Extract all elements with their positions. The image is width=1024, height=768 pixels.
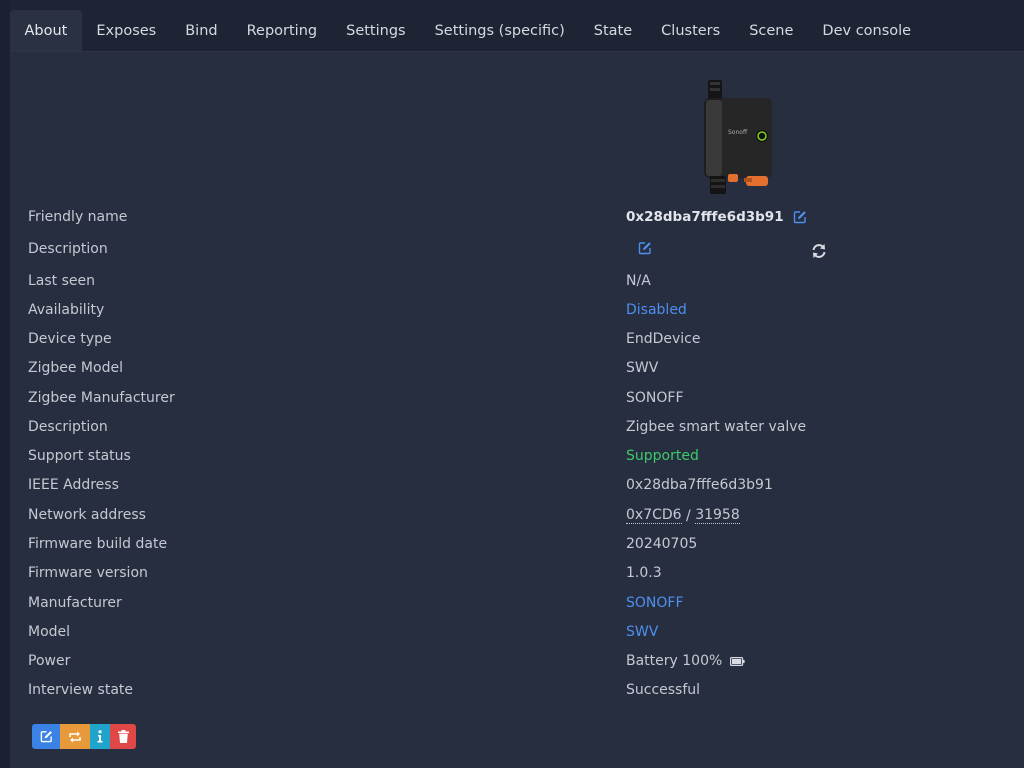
tab-bind[interactable]: Bind <box>171 10 232 51</box>
model-description-label: Description <box>28 419 108 435</box>
tab-reporting[interactable]: Reporting <box>232 10 332 51</box>
availability-label: Availability <box>28 302 105 318</box>
device-actions <box>32 724 136 749</box>
network-address-value: 0x7CD6 / 31958 <box>626 507 740 524</box>
tab-state[interactable]: State <box>579 10 646 51</box>
trash-icon <box>117 730 129 743</box>
power-label: Power <box>28 653 71 669</box>
device-type-value: EndDevice <box>626 331 701 347</box>
reconfigure-button[interactable] <box>60 724 90 749</box>
last-seen-label: Last seen <box>28 273 96 289</box>
interview-state-label: Interview state <box>28 682 134 698</box>
network-address-dec: 31958 <box>695 507 740 524</box>
tab-dev-console[interactable]: Dev console <box>808 10 926 51</box>
tab-bar: About Exposes Bind Reporting Settings Se… <box>10 0 1024 52</box>
tab-clusters[interactable]: Clusters <box>647 10 735 51</box>
row-power: Power Battery 100% <box>10 653 1024 673</box>
zigbee-model-value: SWV <box>626 360 659 376</box>
battery-full-icon <box>730 656 745 666</box>
manufacturer-label: Manufacturer <box>28 595 122 611</box>
edit-icon[interactable] <box>793 210 807 224</box>
power-value: Battery 100% <box>626 653 745 669</box>
row-model-description: Description Zigbee smart water valve <box>10 419 1024 439</box>
remove-button[interactable] <box>110 724 136 749</box>
firmware-version-value: 1.0.3 <box>626 565 662 581</box>
row-ieee-address: IEEE Address 0x28dba7fffe6d3b91 <box>10 477 1024 497</box>
model-label: Model <box>28 624 71 640</box>
model-description-value: Zigbee smart water valve <box>626 419 807 435</box>
row-manufacturer: Manufacturer SONOFF <box>10 595 1024 615</box>
availability-link[interactable]: Disabled <box>626 302 687 318</box>
tab-exposes[interactable]: Exposes <box>82 10 171 51</box>
tab-scene[interactable]: Scene <box>735 10 808 51</box>
support-status-label: Support status <box>28 448 131 464</box>
zigbee-manufacturer-value: SONOFF <box>626 390 684 406</box>
power-text: Battery 100% <box>626 653 723 669</box>
network-address-separator: / <box>681 507 696 524</box>
ieee-address-label: IEEE Address <box>28 477 119 493</box>
firmware-build-date-value: 20240705 <box>626 536 698 552</box>
row-firmware-version: Firmware version 1.0.3 <box>10 565 1024 585</box>
interview-state-value: Successful <box>626 682 701 698</box>
reconfigure-icon <box>69 731 81 742</box>
network-address-hex: 0x7CD6 <box>626 507 682 524</box>
friendly-name-label: Friendly name <box>28 209 128 225</box>
device-image: Sonoff <box>704 80 772 194</box>
row-interview-state: Interview state Successful <box>10 682 1024 702</box>
last-seen-value: N/A <box>626 273 651 289</box>
firmware-build-date-label: Firmware build date <box>28 536 168 552</box>
page: About Exposes Bind Reporting Settings Se… <box>0 0 1024 768</box>
ieee-address-value: 0x28dba7fffe6d3b91 <box>626 477 773 493</box>
info-button[interactable] <box>90 724 110 749</box>
network-address-label: Network address <box>28 507 146 523</box>
support-status-badge: Supported <box>626 448 699 464</box>
description-label: Description <box>28 241 108 257</box>
row-zigbee-manufacturer: Zigbee Manufacturer SONOFF <box>10 390 1024 410</box>
zigbee-manufacturer-label: Zigbee Manufacturer <box>28 390 175 406</box>
tab-about[interactable]: About <box>10 10 82 51</box>
description-value <box>626 241 652 255</box>
row-friendly-name: Friendly name 0x28dba7fffe6d3b91 <box>10 209 1024 229</box>
row-device-type: Device type EndDevice <box>10 331 1024 351</box>
row-zigbee-model: Zigbee Model SWV <box>10 360 1024 380</box>
manufacturer-link[interactable]: SONOFF <box>626 595 684 611</box>
edit-icon[interactable] <box>638 241 652 255</box>
row-firmware-build-date: Firmware build date 20240705 <box>10 536 1024 556</box>
tab-settings-specific[interactable]: Settings (specific) <box>420 10 579 51</box>
zigbee-model-label: Zigbee Model <box>28 360 123 376</box>
rename-icon <box>40 731 52 743</box>
row-network-address: Network address 0x7CD6 / 31958 <box>10 507 1024 527</box>
rename-button[interactable] <box>32 724 60 749</box>
row-availability: Availability Disabled <box>10 302 1024 322</box>
row-description: Description <box>10 241 1024 261</box>
friendly-name-text: 0x28dba7fffe6d3b91 <box>626 209 784 225</box>
info-icon <box>97 730 103 743</box>
about-panel: Sonoff Friendly name 0x28dba7fffe6d3b91 <box>10 52 1024 768</box>
model-link[interactable]: SWV <box>626 624 658 640</box>
tab-settings[interactable]: Settings <box>332 10 420 51</box>
firmware-version-label: Firmware version <box>28 565 148 581</box>
friendly-name-value: 0x28dba7fffe6d3b91 <box>626 209 807 225</box>
row-last-seen: Last seen N/A <box>10 273 1024 293</box>
row-support-status: Support status Supported <box>10 448 1024 468</box>
device-type-label: Device type <box>28 331 112 347</box>
row-model: Model SWV <box>10 624 1024 644</box>
svg-text:Sonoff: Sonoff <box>728 129 748 136</box>
